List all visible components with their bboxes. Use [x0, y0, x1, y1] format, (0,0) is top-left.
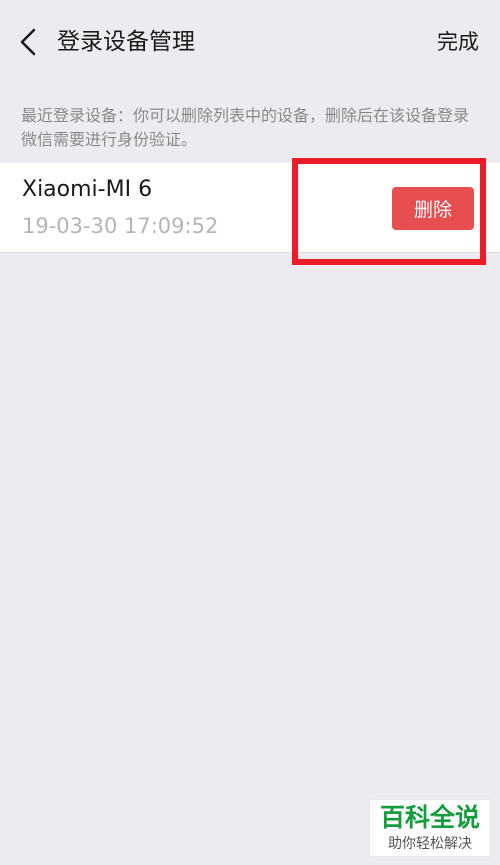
watermark-subtitle: 助你轻松解决: [388, 836, 472, 852]
delete-device-button[interactable]: 删除: [392, 187, 474, 230]
watermark-title: 百科全说: [379, 803, 480, 832]
device-last-login-time: 19-03-30 17:09:52: [22, 214, 219, 238]
top-bar: 登录设备管理 完成: [0, 0, 500, 86]
device-name: Xiaomi-MI 6: [22, 177, 153, 202]
done-button[interactable]: 完成: [437, 27, 479, 57]
chevron-left-icon: [20, 28, 36, 56]
page-title: 登录设备管理: [57, 29, 195, 55]
device-list-description: 最近登录设备：你可以删除列表中的设备，删除后在该设备登录微信需要进行身份验证。: [21, 106, 470, 149]
back-button[interactable]: [10, 24, 46, 60]
watermark-logo: 百科全说 助你轻松解决: [369, 799, 491, 857]
